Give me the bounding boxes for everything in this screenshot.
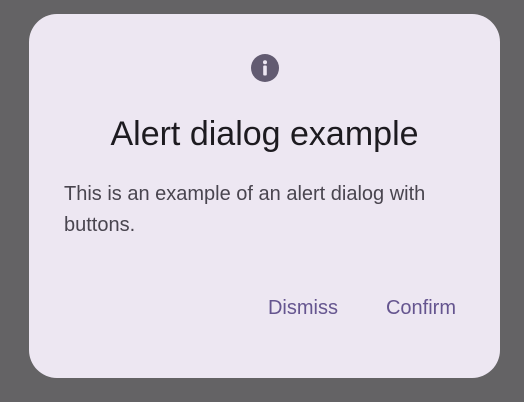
dialog-actions: Dismiss Confirm — [260, 292, 464, 324]
confirm-button[interactable]: Confirm — [378, 292, 464, 324]
dialog-title: Alert dialog example — [110, 115, 419, 153]
dismiss-button[interactable]: Dismiss — [260, 292, 346, 324]
alert-dialog: Alert dialog example This is an example … — [29, 14, 500, 378]
dialog-body-text: This is an example of an alert dialog wi… — [64, 183, 426, 236]
info-icon — [250, 54, 279, 82]
